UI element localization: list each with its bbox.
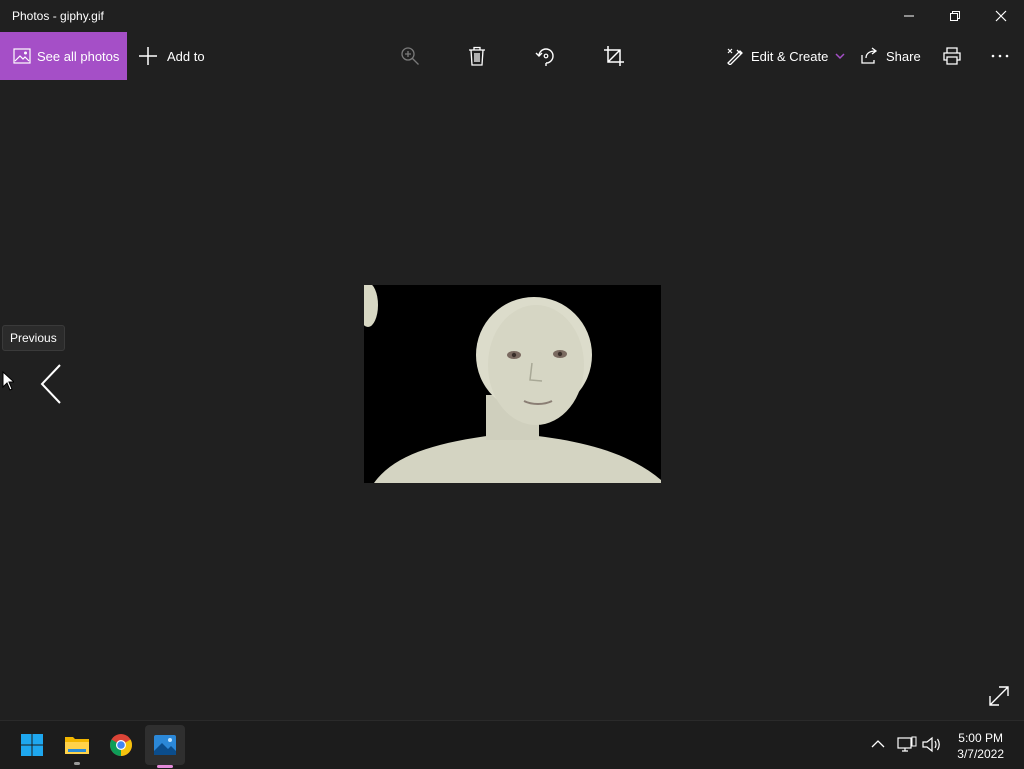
taskbar-file-explorer[interactable]: [57, 725, 97, 765]
minimize-icon: [904, 15, 914, 17]
minimize-button[interactable]: [886, 0, 932, 32]
share-label: Share: [886, 48, 921, 64]
chevron-down-icon: [835, 53, 845, 60]
previous-arrow-icon[interactable]: [34, 360, 68, 408]
taskbar-photos[interactable]: [145, 725, 185, 768]
clock-date: 3/7/2022: [957, 747, 1004, 761]
print-icon: [943, 47, 961, 65]
windows-start-icon: [21, 734, 43, 756]
zoom-button[interactable]: [390, 32, 430, 80]
taskbar: 5:00 PM 3/7/2022: [0, 720, 1024, 769]
more-button[interactable]: [980, 32, 1020, 80]
photo-image: [364, 285, 661, 483]
edit-create-button[interactable]: Edit & Create: [726, 32, 845, 80]
fullscreen-icon[interactable]: [986, 683, 1012, 709]
delete-button[interactable]: [457, 32, 497, 80]
previous-tooltip: Previous: [2, 325, 65, 351]
restore-button[interactable]: [932, 0, 978, 32]
close-button[interactable]: [978, 0, 1024, 32]
clock[interactable]: 5:00 PM 3/7/2022: [957, 730, 1004, 762]
photos-icon: [154, 735, 176, 755]
plus-icon: [139, 47, 157, 65]
close-icon: [995, 10, 1007, 22]
taskbar-chrome[interactable]: [101, 725, 141, 765]
mouse-cursor-icon: [2, 371, 14, 391]
more-icon: [991, 54, 1009, 58]
toolbar: See all photos Add to Edit & Create Shar…: [0, 32, 1024, 80]
crop-icon: [604, 46, 624, 66]
network-icon[interactable]: [897, 736, 917, 753]
see-all-photos-button[interactable]: See all photos: [0, 32, 127, 80]
crop-button[interactable]: [594, 32, 634, 80]
running-indicator: [74, 762, 80, 765]
title-bar: Photos - giphy.gif: [0, 0, 1024, 32]
see-all-photos-label: See all photos: [37, 48, 120, 64]
add-to-button[interactable]: Add to: [138, 32, 205, 80]
share-button[interactable]: Share: [860, 32, 921, 80]
volume-icon[interactable]: [922, 736, 942, 753]
photo-content: [364, 285, 661, 483]
add-to-label: Add to: [167, 48, 205, 64]
window-title: Photos - giphy.gif: [12, 9, 104, 23]
edit-create-icon: [727, 48, 743, 65]
clock-time: 5:00 PM: [958, 731, 1003, 745]
share-icon: [861, 47, 878, 64]
chrome-icon: [110, 734, 132, 756]
zoom-icon: [401, 47, 419, 65]
chevron-up-icon[interactable]: [871, 739, 885, 749]
print-button[interactable]: [932, 32, 972, 80]
file-explorer-icon: [65, 737, 89, 754]
gallery-icon: [13, 48, 31, 64]
restore-icon: [950, 11, 960, 21]
edit-create-label: Edit & Create: [751, 48, 829, 64]
start-button[interactable]: [12, 725, 52, 765]
rotate-button[interactable]: [526, 32, 566, 80]
delete-icon: [469, 46, 485, 66]
rotate-icon: [535, 48, 554, 66]
